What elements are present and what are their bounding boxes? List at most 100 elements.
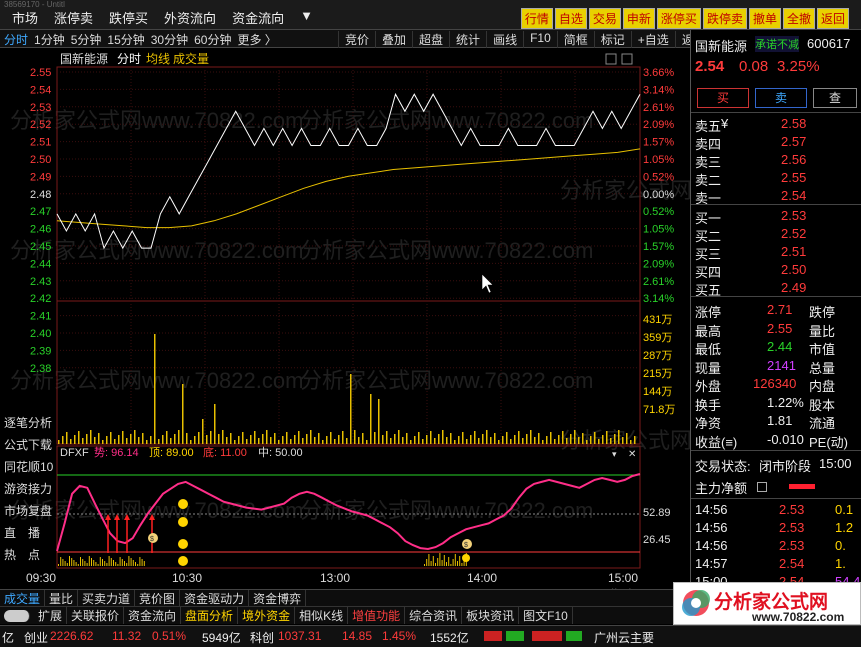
volume-bar bbox=[354, 430, 356, 444]
tab-market-analysis[interactable]: 盘面分析 bbox=[181, 607, 239, 624]
menu-dropdown-icon[interactable]: ▼ bbox=[294, 8, 319, 27]
stat-key-2: 总量 bbox=[809, 360, 836, 376]
ask-price: 2.55 bbox=[781, 170, 807, 185]
side-tick-analysis[interactable]: 逐笔分析 bbox=[0, 412, 56, 434]
tab-15min[interactable]: 15分钟 bbox=[107, 31, 144, 48]
indicator-close-icon[interactable]: ✕ bbox=[628, 449, 636, 460]
quick-limit-up-buy-button[interactable]: 涨停买 bbox=[656, 8, 701, 29]
buy-button[interactable]: 买 bbox=[697, 88, 749, 108]
volume-bar bbox=[122, 431, 124, 444]
tab-f10[interactable]: 图文F10 bbox=[519, 607, 573, 624]
volume-bar bbox=[326, 436, 328, 444]
volume-bar bbox=[394, 434, 396, 444]
volume-bar bbox=[246, 439, 248, 444]
quote-row: 买三 2.51 bbox=[695, 244, 855, 262]
side-market-review[interactable]: 市场复盘 bbox=[0, 500, 56, 522]
tab-capital-drive[interactable]: 资金驱动力 bbox=[180, 590, 250, 607]
signal-dot bbox=[178, 517, 188, 527]
sell-button[interactable]: 卖 bbox=[755, 88, 807, 108]
tab-1min[interactable]: 1分钟 bbox=[34, 31, 65, 48]
stat-value: 2141 bbox=[767, 357, 796, 373]
quick-limit-down-sell-button[interactable]: 跌停卖 bbox=[702, 8, 747, 29]
tool-add-watch[interactable]: +自选 bbox=[630, 31, 675, 48]
menu-market[interactable]: 市场 bbox=[6, 8, 44, 27]
tab-30min[interactable]: 30分钟 bbox=[151, 31, 188, 48]
chart-mode-label: 分时 bbox=[117, 52, 141, 66]
volume-bar bbox=[194, 436, 196, 444]
menu-foreign-flow[interactable]: 外资流向 bbox=[158, 8, 222, 27]
indicator-bar bbox=[102, 559, 103, 566]
quick-cancel-all-button[interactable]: 全撤 bbox=[782, 8, 815, 29]
tool-super[interactable]: 超盘 bbox=[412, 31, 449, 48]
quick-watchlist-button[interactable]: 自选 bbox=[554, 8, 587, 29]
quick-trade-button[interactable]: 交易 bbox=[588, 8, 621, 29]
side-formula-download[interactable]: 公式下载 bbox=[0, 434, 56, 456]
main-flow-menu-icon[interactable] bbox=[757, 482, 767, 492]
tab-capital-game[interactable]: 资金博弈 bbox=[249, 590, 307, 607]
menu-limit-down-buy[interactable]: 跌停买 bbox=[103, 8, 154, 27]
tool-draw[interactable]: 画线 bbox=[486, 31, 523, 48]
indicator-bar bbox=[86, 563, 88, 566]
tool-stats[interactable]: 统计 bbox=[449, 31, 486, 48]
volume-bar bbox=[238, 436, 240, 444]
tab-fund-flow[interactable]: 资金流向 bbox=[124, 607, 182, 624]
tab-5min[interactable]: 5分钟 bbox=[71, 31, 102, 48]
trade-status-time: 15:00 bbox=[819, 456, 852, 471]
volume-bar bbox=[414, 436, 416, 444]
side-ths10[interactable]: 同花顺10 bbox=[0, 456, 56, 478]
tab-60min[interactable]: 60分钟 bbox=[194, 31, 231, 48]
stat-key-2: 量比 bbox=[809, 323, 836, 339]
tab-related-quotes[interactable]: 关联报价 bbox=[67, 607, 125, 624]
tool-mark[interactable]: 标记 bbox=[593, 31, 631, 48]
indicator-dropdown-icon[interactable]: ▾ bbox=[612, 449, 617, 459]
quick-back-button[interactable]: 返回 bbox=[816, 8, 849, 29]
indicator-bar bbox=[106, 563, 108, 566]
indicator-bar bbox=[450, 564, 452, 566]
price-tick-label: 2.43 bbox=[30, 276, 51, 288]
tab-more[interactable]: 更多 〉 bbox=[237, 31, 276, 48]
check-button[interactable]: 查 bbox=[813, 88, 857, 108]
tab-buy-sell-power[interactable]: 买卖力道 bbox=[78, 590, 136, 607]
tool-auction[interactable]: 竞价 bbox=[338, 31, 375, 48]
tick-volume: 1.2 bbox=[835, 520, 854, 535]
volume-bar bbox=[526, 434, 528, 444]
side-hotspot[interactable]: 热 点 bbox=[0, 544, 56, 566]
tab-intraday[interactable]: 分时 bbox=[4, 31, 28, 48]
menu-capital-flow[interactable]: 资金流向 bbox=[226, 8, 290, 27]
tab-volume-ratio[interactable]: 量比 bbox=[45, 590, 79, 607]
quick-subscribe-button[interactable]: 申新 bbox=[622, 8, 655, 29]
side-hot-money[interactable]: 游资接力 bbox=[0, 478, 56, 500]
quote-row: 净资 1.81 流通 bbox=[695, 413, 855, 431]
tab-volume[interactable]: 成交量 bbox=[0, 590, 46, 607]
quick-quote-button[interactable]: 行情 bbox=[520, 8, 553, 29]
tab-sector-news[interactable]: 板块资讯 bbox=[462, 607, 520, 624]
tool-simple[interactable]: 简框 bbox=[556, 31, 594, 48]
quick-cancel-button[interactable]: 撤单 bbox=[748, 8, 781, 29]
price-tick-label: 2.41 bbox=[30, 311, 51, 323]
tab-extend[interactable]: 扩展 bbox=[34, 607, 68, 624]
volume-bar bbox=[630, 440, 632, 444]
top-bar: 38569170 - Untitl 市场 涨停卖 跌停买 外资流向 资金流向 ▼… bbox=[0, 0, 861, 30]
left-side-nav: 逐笔分析 公式下载 同花顺10 游资接力 市场复盘 直 播 热 点 bbox=[0, 412, 56, 566]
signal-dot bbox=[462, 554, 470, 562]
status-kc-value: 1037.31 bbox=[278, 629, 322, 643]
volume-bar bbox=[142, 433, 144, 444]
side-live[interactable]: 直 播 bbox=[0, 522, 56, 544]
menu-limit-up-sell[interactable]: 涨停卖 bbox=[48, 8, 99, 27]
indicator-bar bbox=[71, 558, 73, 566]
toggle-switch-icon[interactable] bbox=[4, 609, 30, 622]
tab-news[interactable]: 综合资讯 bbox=[405, 607, 463, 624]
volume-bar bbox=[574, 430, 576, 444]
pct-tick-label: 2.09% bbox=[643, 119, 674, 131]
price-tick-label: 2.47 bbox=[30, 206, 51, 218]
volume-tick-label: 71.8万 bbox=[643, 404, 675, 416]
tab-auction-chart[interactable]: 竞价图 bbox=[135, 590, 181, 607]
ask-price: 2.54 bbox=[781, 188, 807, 203]
tool-f10[interactable]: F10 bbox=[523, 31, 557, 48]
volume-bar bbox=[190, 440, 192, 444]
tool-overlay[interactable]: 叠加 bbox=[375, 31, 412, 48]
tab-similar-kline[interactable]: 相似K线 bbox=[295, 607, 349, 624]
tab-value-added[interactable]: 增值功能 bbox=[348, 607, 406, 624]
volume-bar bbox=[626, 433, 628, 444]
tab-overseas-capital[interactable]: 境外资金 bbox=[238, 607, 296, 624]
